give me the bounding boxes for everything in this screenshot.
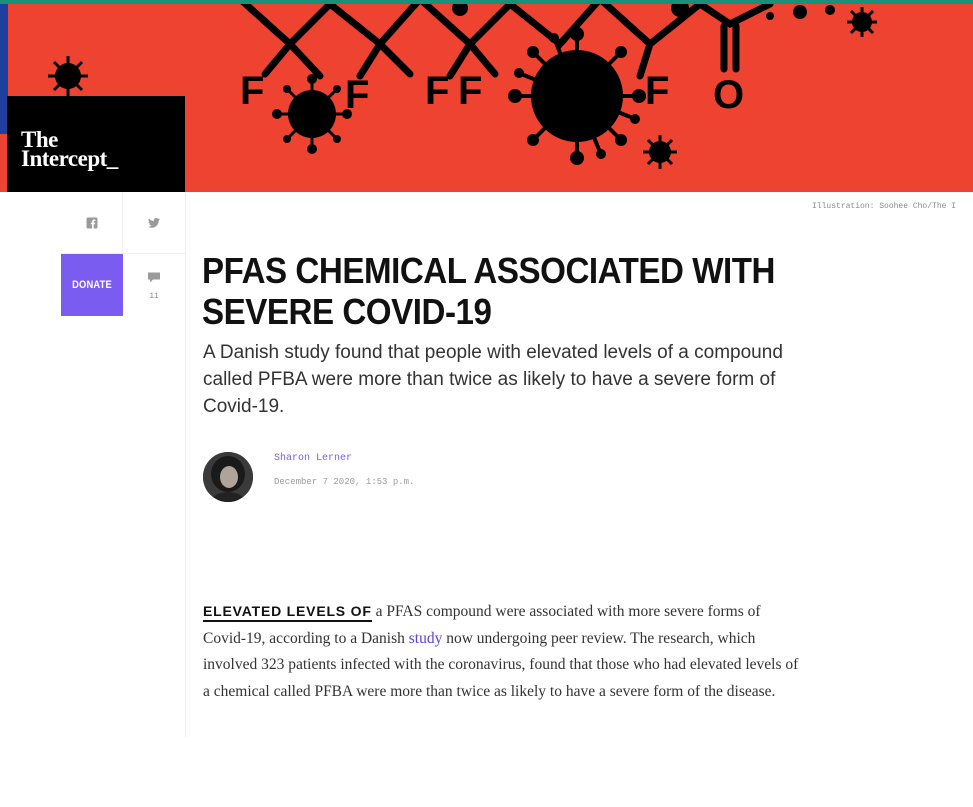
fluorine-label: F <box>240 69 264 113</box>
twitter-share-button[interactable] <box>123 192 185 254</box>
comment-icon <box>148 272 160 283</box>
article-body-paragraph: ELEVATED LEVELS OF a PFAS compound were … <box>203 598 803 705</box>
donate-label: DONATE <box>72 279 112 291</box>
publish-date: December 7 2020, 1:53 p.m. <box>274 477 415 487</box>
article-dek: A Danish study found that people with el… <box>203 342 783 417</box>
comment-count: 11 <box>149 292 159 301</box>
oxygen-label: O <box>713 73 744 117</box>
lead-in-text: ELEVATED LEVELS OF <box>203 603 372 622</box>
article-headline: PFAS CHEMICAL ASSOCIATED WITH SEVERE COV… <box>202 250 776 332</box>
share-panel: DONATE 11 <box>61 192 185 316</box>
fluorine-label: F <box>458 69 482 113</box>
twitter-icon <box>148 217 160 228</box>
comments-button[interactable]: 11 <box>123 254 185 316</box>
facebook-icon <box>86 217 97 228</box>
facebook-share-button[interactable] <box>61 192 123 254</box>
author-photo <box>203 452 253 502</box>
fluorine-label: F <box>645 69 669 113</box>
logo-line-2: Intercept_ <box>21 146 118 171</box>
donate-button[interactable]: DONATE <box>61 254 123 316</box>
fluorine-label: F <box>345 73 369 117</box>
author-avatar[interactable] <box>203 452 253 502</box>
site-logo[interactable]: The Intercept_ <box>7 96 185 192</box>
study-link[interactable]: study <box>409 630 443 647</box>
content-divider <box>185 192 186 737</box>
illustration-credit: Illustration: Soohee Cho/The I <box>812 202 957 211</box>
author-name-link[interactable]: Sharon Lerner <box>274 453 352 464</box>
fluorine-label: F <box>425 69 449 113</box>
